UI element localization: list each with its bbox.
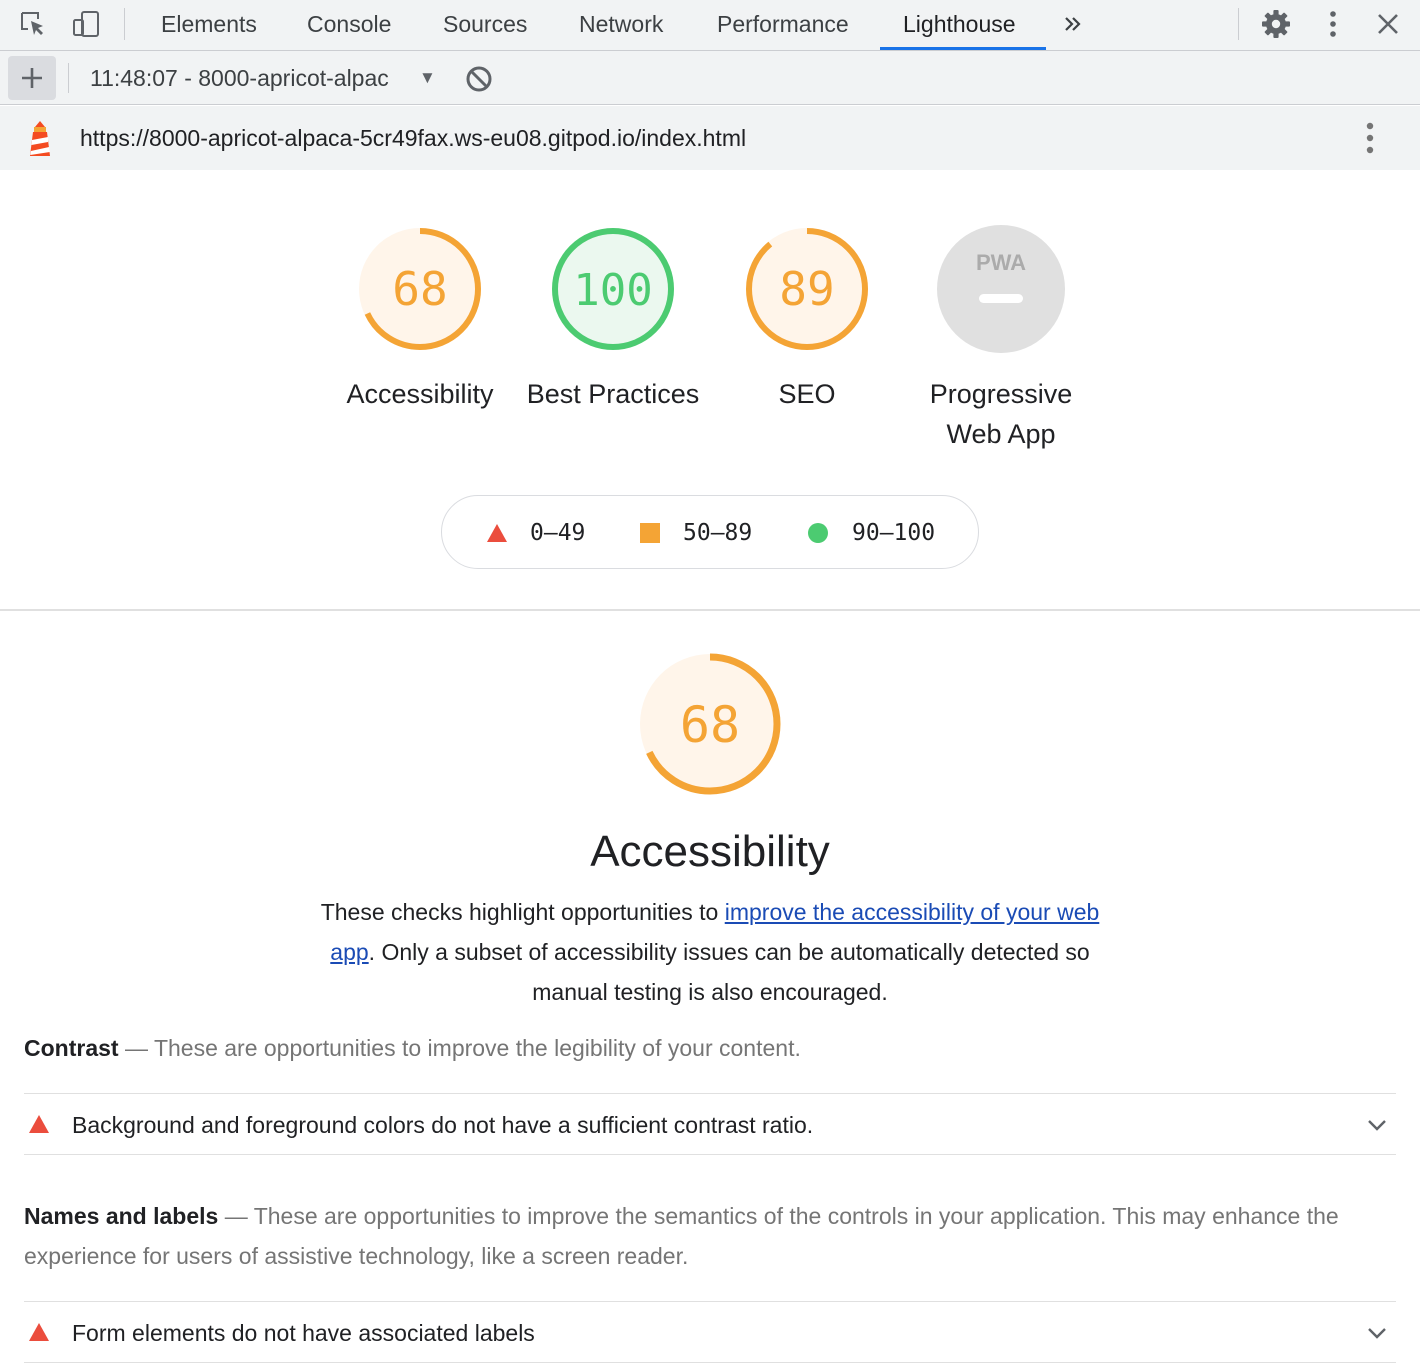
score-ring: 89	[746, 228, 868, 350]
chevron-down-icon[interactable]	[1366, 1322, 1388, 1344]
group-dash: —	[224, 1203, 254, 1229]
score-scale-legend: 0–49 50–89 90–100	[441, 495, 979, 569]
report-menu-icon[interactable]	[1358, 120, 1382, 156]
gauge-label: SEO	[778, 379, 836, 409]
legend-pass-range: 90–100	[852, 520, 936, 546]
fail-triangle-icon	[29, 1115, 49, 1133]
gauge-label: Progressive Web App	[929, 379, 1073, 449]
legend-fail-range: 0–49	[530, 520, 586, 546]
devtools-tab-bar: Elements Console Sources Network Perform…	[0, 0, 1420, 51]
tab-network[interactable]: Network	[579, 0, 663, 50]
category-score-value: 68	[680, 696, 740, 754]
description-text: These checks highlight opportunities to	[320, 899, 725, 925]
audit-form-labels[interactable]: Form elements do not have associated lab…	[24, 1301, 1396, 1363]
more-tabs-chevron-icon[interactable]	[1058, 9, 1088, 39]
description-text: . Only a subset of accessibility issues …	[368, 939, 1090, 1005]
toolbar-divider	[124, 8, 125, 40]
category-description: These checks highlight opportunities to …	[300, 892, 1120, 1012]
audit-title: Background and foreground colors do not …	[72, 1112, 814, 1138]
score-value: 100	[573, 265, 652, 316]
audit-color-contrast[interactable]: Background and foreground colors do not …	[24, 1093, 1396, 1155]
category-score-gauge: 68	[639, 653, 781, 795]
lighthouse-logo-icon	[30, 121, 50, 156]
tab-elements[interactable]: Elements	[161, 0, 257, 50]
gauge-accessibility[interactable]: 68 Accessibility	[320, 224, 520, 414]
dropdown-caret-icon[interactable]: ▼	[419, 65, 436, 91]
new-report-button[interactable]	[8, 56, 56, 100]
toolbar-divider	[68, 63, 69, 93]
gauge-label: Accessibility	[346, 379, 494, 409]
clear-all-icon[interactable]	[464, 64, 494, 94]
score-ring: 100	[552, 228, 674, 350]
fail-triangle-icon	[29, 1323, 49, 1341]
group-description: These are opportunities to improve the s…	[24, 1203, 1339, 1269]
settings-gear-icon[interactable]	[1261, 9, 1291, 39]
device-toolbar-icon[interactable]	[72, 9, 102, 39]
average-square-icon	[640, 523, 660, 543]
score-ring: 68	[359, 228, 481, 350]
plus-icon	[22, 68, 42, 88]
audit-group-contrast: Contrast — These are opportunities to im…	[24, 1028, 1396, 1068]
active-tab-indicator	[880, 47, 1046, 50]
tab-sources[interactable]: Sources	[443, 0, 527, 50]
report-toolbar: 11:48:07 - 8000-apricot-alpac ▼	[0, 51, 1420, 105]
audit-title: Form elements do not have associated lab…	[72, 1320, 535, 1346]
report-url-bar: https://8000-apricot-alpaca-5cr49fax.ws-…	[0, 106, 1420, 170]
toolbar-divider	[1238, 8, 1239, 40]
group-title: Contrast	[24, 1035, 119, 1061]
group-description: These are opportunities to improve the l…	[153, 1035, 801, 1061]
inspect-element-icon[interactable]	[18, 9, 48, 39]
group-title: Names and labels	[24, 1203, 219, 1229]
report-selector[interactable]: 11:48:07 - 8000-apricot-alpac	[90, 63, 389, 93]
report-url: https://8000-apricot-alpaca-5cr49fax.ws-…	[80, 125, 747, 151]
pass-circle-icon	[808, 523, 828, 543]
score-value: 68	[392, 262, 447, 316]
gauge-best-practices[interactable]: 100 Best Practices	[513, 224, 713, 414]
legend-average-range: 50–89	[683, 520, 753, 546]
category-title: Accessibility	[590, 827, 830, 876]
score-value: 89	[779, 262, 834, 316]
fail-triangle-icon	[487, 524, 507, 542]
tab-performance[interactable]: Performance	[717, 0, 849, 50]
pwa-badge-text: PWA	[976, 250, 1026, 275]
audit-group-names-labels: Names and labels — These are opportuniti…	[24, 1196, 1396, 1276]
section-divider	[0, 609, 1420, 611]
close-icon[interactable]	[1373, 9, 1403, 39]
pwa-badge-icon: PWA	[937, 225, 1065, 353]
gauge-label: Best Practices	[526, 379, 700, 409]
tab-lighthouse[interactable]: Lighthouse	[903, 0, 1016, 50]
tab-console[interactable]: Console	[307, 0, 391, 50]
gauge-pwa[interactable]: PWA Progressive Web App	[901, 224, 1101, 454]
customize-menu-icon[interactable]	[1318, 9, 1348, 39]
gauge-seo[interactable]: 89 SEO	[707, 224, 907, 414]
chevron-down-icon[interactable]	[1366, 1114, 1388, 1136]
group-dash: —	[124, 1035, 154, 1061]
